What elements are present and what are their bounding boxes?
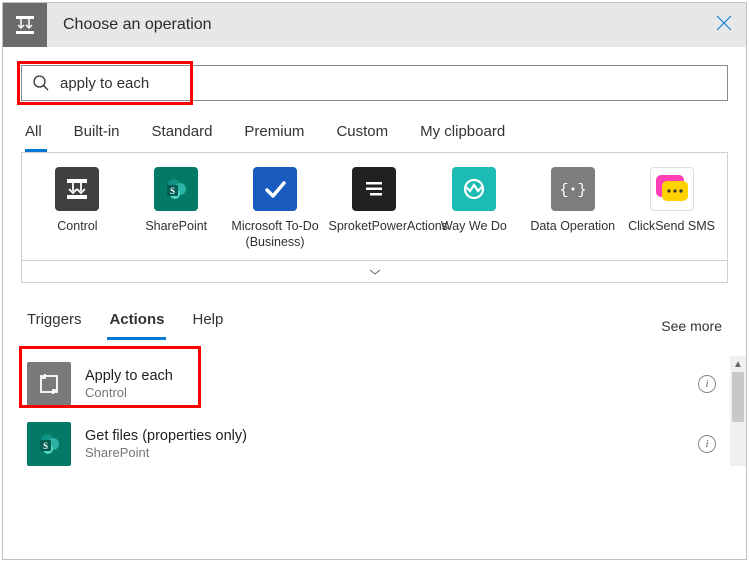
filter-tab-built-in[interactable]: Built-in	[74, 123, 120, 152]
info-icon[interactable]: i	[698, 375, 716, 393]
connector-wwd[interactable]: Way We Do	[424, 167, 523, 250]
operation-icon	[3, 3, 47, 47]
connector-label: Way We Do	[424, 219, 523, 235]
wwd-icon	[452, 167, 496, 211]
connector-label: Control	[28, 219, 127, 235]
sharepoint-icon: S	[154, 167, 198, 211]
chevron-down-icon	[368, 267, 382, 277]
connector-sharepoint[interactable]: S SharePoint	[127, 167, 226, 250]
connectors-panel: Control S SharePointMicrosoft To-Do (Busin…	[21, 152, 728, 283]
action-title: Apply to each	[85, 368, 698, 384]
action-item[interactable]: S Get files (properties only)SharePointi	[23, 414, 734, 474]
connector-clicksend[interactable]: ClickSend SMS	[622, 167, 721, 250]
control-icon	[55, 167, 99, 211]
filter-tabs: All Built-in Standard Premium Custom My clipb…	[3, 105, 746, 152]
search-input[interactable]	[50, 75, 717, 92]
search-box[interactable]	[21, 65, 728, 101]
connector-control[interactable]: Control	[28, 167, 127, 250]
section-tab-help[interactable]: Help	[192, 311, 223, 340]
connector-label: SharePoint	[127, 219, 226, 235]
sharepoint-icon: S	[27, 422, 71, 466]
dialog-header: Choose an operation	[3, 3, 746, 47]
action-item[interactable]: Apply to eachControli	[23, 354, 734, 414]
data-icon: { }	[551, 167, 595, 211]
connector-label: ClickSend SMS	[622, 219, 721, 235]
action-subtitle: SharePoint	[85, 445, 698, 460]
close-button[interactable]	[702, 15, 746, 36]
connector-label: Data Operation	[523, 219, 622, 235]
svg-text:S: S	[170, 186, 175, 196]
svg-text:S: S	[43, 441, 48, 451]
action-title: Get files (properties only)	[85, 428, 698, 444]
info-icon[interactable]: i	[698, 435, 716, 453]
filter-tab-premium[interactable]: Premium	[244, 123, 304, 152]
section-tab-triggers[interactable]: Triggers	[27, 311, 81, 340]
expand-connectors-button[interactable]	[22, 260, 727, 282]
action-subtitle: Control	[85, 385, 698, 400]
action-text: Apply to eachControl	[71, 368, 698, 400]
filter-tab-custom[interactable]: Custom	[336, 123, 388, 152]
todo-icon	[253, 167, 297, 211]
connector-label: SproketPowerActions	[324, 219, 424, 235]
connector-data[interactable]: { } Data Operation	[523, 167, 622, 250]
search-icon	[32, 74, 50, 92]
filter-tab-all[interactable]: All	[25, 123, 42, 152]
dialog-title: Choose an operation	[47, 16, 702, 34]
connector-label: Microsoft To-Do (Business)	[226, 219, 325, 250]
filter-tab-standard[interactable]: Standard	[152, 123, 213, 152]
apply-icon	[27, 362, 71, 406]
connector-todo[interactable]: Microsoft To-Do (Business)	[226, 167, 325, 250]
filter-tab-my-clipboard[interactable]: My clipboard	[420, 123, 505, 152]
see-more-link[interactable]: See more	[661, 318, 722, 334]
connector-sproket[interactable]: SproketPowerActions	[324, 167, 424, 250]
section-tabs: Triggers Actions Help	[27, 311, 223, 340]
section-tab-actions[interactable]: Actions	[109, 311, 164, 340]
clicksend-icon	[650, 167, 694, 211]
action-list: ▲ Apply to eachControliSGet files (prope…	[3, 340, 746, 559]
sproket-icon	[352, 167, 396, 211]
action-text: Get files (properties only)SharePoint	[71, 428, 698, 460]
